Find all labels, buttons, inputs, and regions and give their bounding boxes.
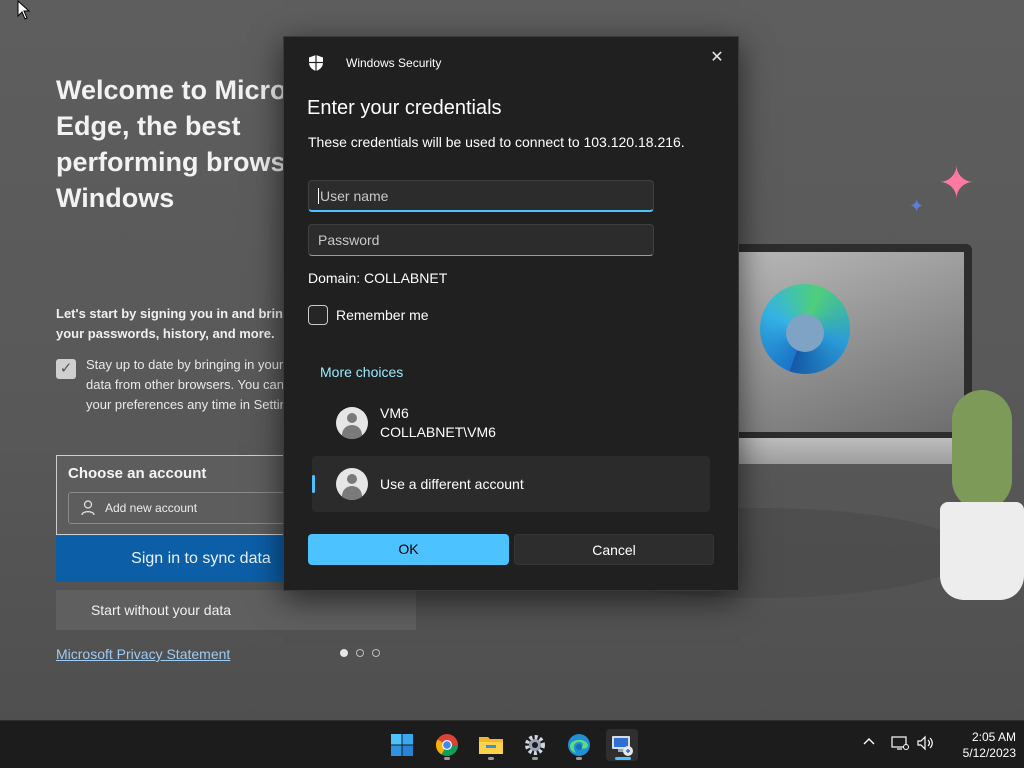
start-icon[interactable]	[386, 729, 418, 761]
dialog-description: These credentials will be used to connec…	[308, 134, 685, 150]
gear-icon	[525, 735, 545, 755]
ok-button[interactable]: OK	[308, 534, 509, 565]
cancel-button[interactable]: Cancel	[514, 534, 714, 565]
edge-icon[interactable]	[563, 729, 595, 761]
clock-date: 5/12/2023	[962, 746, 1016, 760]
chrome-logo	[436, 734, 458, 756]
text-caret	[318, 188, 319, 204]
close-icon[interactable]: ✕	[704, 45, 730, 71]
monitor-network-icon	[891, 736, 909, 750]
welcome-illustration	[550, 240, 1024, 600]
remote-desktop-icon[interactable]	[606, 729, 638, 761]
remember-me-checkbox[interactable]	[308, 305, 328, 325]
dialog-title-bar: Windows Security	[308, 53, 441, 73]
speaker-icon	[917, 735, 933, 751]
more-choices-link[interactable]: More choices	[320, 364, 403, 380]
password-field[interactable]: Password	[308, 224, 654, 256]
running-indicator	[532, 757, 538, 760]
shield-icon	[309, 55, 323, 71]
account-name: Use a different account	[380, 476, 524, 492]
password-placeholder: Password	[318, 232, 380, 248]
running-indicator	[576, 757, 582, 760]
account-option-different[interactable]: Use a different account	[312, 456, 710, 512]
chrome-icon[interactable]	[431, 729, 463, 761]
settings-icon[interactable]	[519, 729, 551, 761]
pot-illustration	[940, 502, 1024, 600]
taskbar: 2:05 AM 5/12/2023	[0, 720, 1024, 768]
laptop-base	[720, 438, 990, 464]
running-indicator	[615, 757, 631, 760]
carousel-dot[interactable]	[372, 649, 380, 657]
account-text: VM6 COLLABNET\VM6	[380, 404, 496, 442]
carousel-dots	[340, 649, 380, 657]
avatar-icon	[336, 468, 368, 500]
avatar-icon	[336, 407, 368, 439]
volume-icon[interactable]	[917, 735, 935, 754]
sparkle-icon: ✦	[909, 196, 925, 216]
carousel-dot[interactable]	[356, 649, 364, 657]
windows-security-dialog: Windows Security ✕ Enter your credential…	[283, 36, 739, 591]
clock-time: 2:05 AM	[971, 730, 1016, 744]
system-clock[interactable]: 2:05 AM 5/12/2023	[944, 729, 1016, 761]
username-placeholder: User name	[320, 188, 389, 204]
dialog-heading: Enter your credentials	[307, 97, 502, 119]
file-explorer-icon[interactable]	[475, 729, 507, 761]
show-hidden-icons-chevron-up-icon[interactable]	[862, 735, 876, 752]
network-icon[interactable]	[891, 735, 909, 754]
account-option-vm6[interactable]: VM6 COLLABNET\VM6	[312, 395, 710, 451]
cactus-illustration	[952, 390, 1012, 510]
add-new-account-label: Add new account	[105, 501, 198, 515]
remote-desktop-logo	[612, 736, 633, 756]
domain-label: Domain: COLLABNET	[308, 270, 448, 286]
privacy-statement-link[interactable]: Microsoft Privacy Statement	[56, 646, 230, 662]
carousel-dot[interactable]	[340, 649, 348, 657]
folder-icon	[479, 737, 503, 754]
sparkle-icon: ✦	[938, 159, 975, 208]
username-field[interactable]: User name	[308, 180, 654, 212]
edge-logo-icon	[760, 284, 850, 374]
selection-indicator	[312, 475, 315, 493]
account-detail: COLLABNET\VM6	[380, 424, 496, 440]
stay-up-to-date-checkbox[interactable]: ✓	[56, 359, 76, 379]
remember-me-option[interactable]: Remember me	[308, 305, 429, 325]
dialog-app-title: Windows Security	[346, 56, 442, 70]
mouse-cursor-icon	[17, 0, 31, 20]
windows-logo-icon	[391, 734, 413, 756]
edge-logo-icon	[568, 734, 590, 756]
running-indicator	[444, 757, 450, 760]
chevron-up-icon	[863, 738, 875, 745]
running-indicator	[488, 757, 494, 760]
start-without-data-button[interactable]: Start without your data	[56, 590, 416, 630]
remember-me-label: Remember me	[336, 307, 429, 323]
person-icon	[81, 500, 95, 516]
account-name: VM6	[380, 405, 409, 421]
choose-account-title: Choose an account	[68, 465, 207, 482]
